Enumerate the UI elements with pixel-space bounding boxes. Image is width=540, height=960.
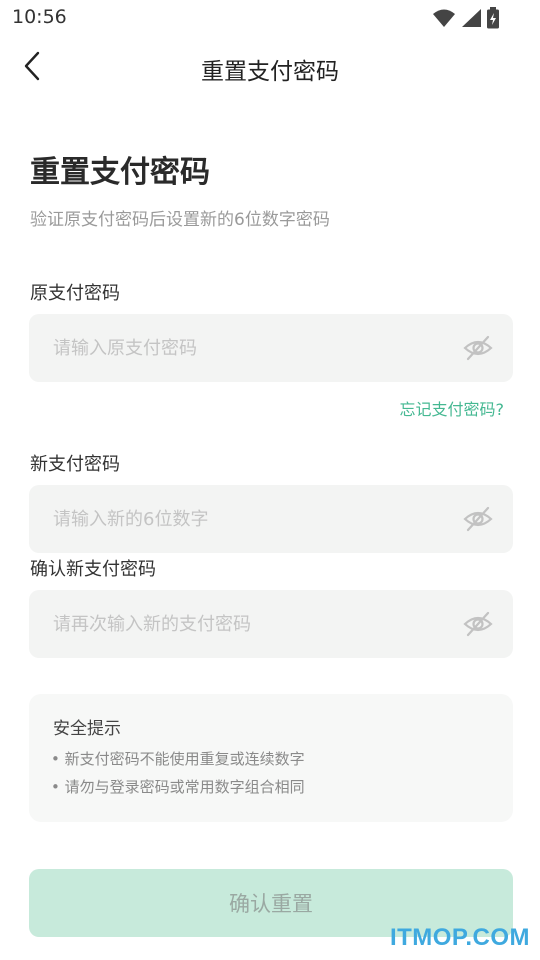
tip-item: • 新支付密码不能使用重复或连续数字	[51, 750, 305, 768]
status-bar: 10:56	[0, 0, 540, 36]
confirm-password-label: 确认新支付密码	[30, 559, 156, 580]
nav-bar: 重置支付密码	[0, 40, 540, 96]
page-title: 重置支付密码	[30, 155, 210, 190]
watermark-logo: ITMOP.COM	[389, 924, 530, 951]
nav-title: 重置支付密码	[201, 59, 339, 85]
confirm-password-input[interactable]	[53, 590, 453, 658]
old-password-input[interactable]	[53, 314, 453, 382]
old-password-field	[29, 314, 513, 382]
eye-off-icon[interactable]	[463, 504, 493, 534]
status-icons	[432, 7, 500, 33]
old-password-label: 原支付密码	[30, 283, 120, 304]
confirm-password-field	[29, 590, 513, 658]
tip-item: • 请勿与登录密码或常用数字组合相同	[51, 778, 305, 796]
eye-off-icon[interactable]	[463, 609, 493, 639]
status-time: 10:56	[12, 6, 67, 28]
new-password-label: 新支付密码	[30, 454, 120, 475]
new-password-input[interactable]	[53, 485, 453, 553]
security-tips-card: 安全提示 • 新支付密码不能使用重复或连续数字 • 请勿与登录密码或常用数字组合…	[29, 694, 513, 822]
battery-icon	[486, 7, 500, 33]
tips-title: 安全提示	[53, 719, 121, 739]
wifi-icon	[432, 8, 456, 32]
new-password-field	[29, 485, 513, 553]
page-subtitle: 验证原支付密码后设置新的6位数字密码	[30, 210, 330, 230]
signal-icon	[460, 8, 482, 32]
eye-off-icon[interactable]	[463, 333, 493, 363]
forgot-password-link[interactable]: 忘记支付密码?	[400, 396, 505, 420]
